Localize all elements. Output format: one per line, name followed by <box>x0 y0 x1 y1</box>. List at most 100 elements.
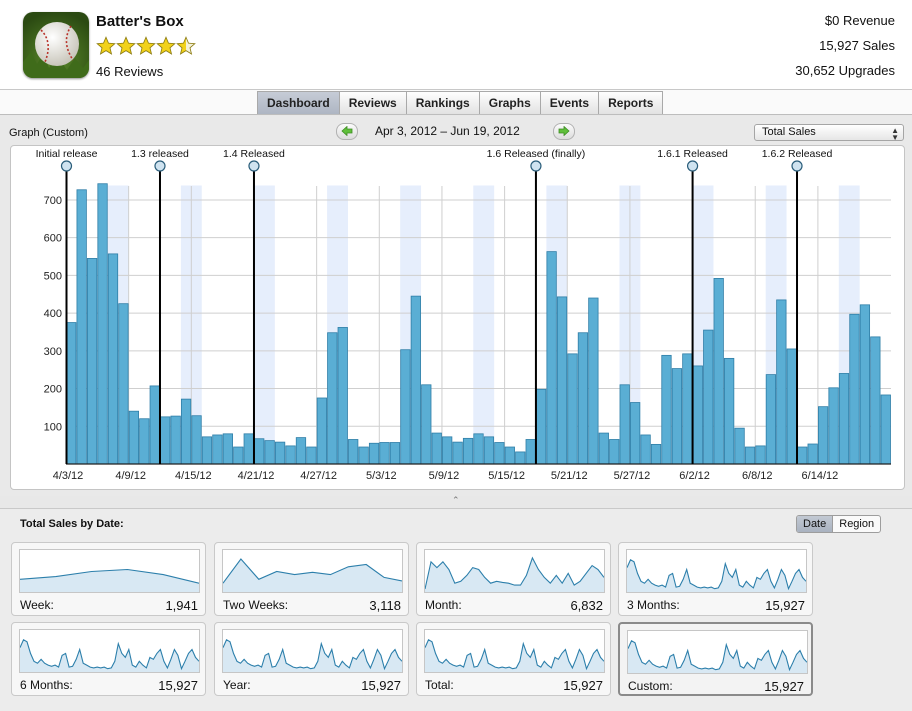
chart-bar <box>66 322 77 465</box>
chart-bar <box>327 332 338 465</box>
summary-card-month[interactable]: Month: 6,832 <box>416 542 611 616</box>
y-tick-label: 500 <box>44 270 62 282</box>
chart-bar <box>567 353 578 465</box>
event-label: 1.6.1 Released <box>657 148 728 160</box>
chart-bar <box>724 357 735 465</box>
y-tick-label: 100 <box>44 421 62 433</box>
tab-rankings[interactable]: Rankings <box>407 92 480 114</box>
event-marker <box>791 160 803 172</box>
sales-chart-svg: 100 200 300 400 500 600 700 4/3/12 4/9/12 4/15/12… <box>36 148 891 482</box>
chart-bar <box>483 436 495 465</box>
summary-card-week[interactable]: Week: 1,941 <box>11 542 206 616</box>
x-tick-label: 4/15/12 <box>175 470 212 482</box>
chart-bar <box>212 434 223 465</box>
chart-bar <box>442 436 453 465</box>
chart-bar <box>400 349 411 465</box>
tab-reports[interactable]: Reports <box>599 92 662 114</box>
summary-card-two-weeks[interactable]: Two Weeks: 3,118 <box>214 542 409 616</box>
metric-select-value: Total Sales <box>762 126 816 138</box>
chart-bar <box>703 329 714 465</box>
review-count: 46 Reviews <box>96 64 164 79</box>
event-label: 1.4 Released <box>223 148 285 160</box>
next-period-button[interactable] <box>553 123 575 140</box>
y-tick-label: 600 <box>44 233 62 245</box>
chart-bar <box>421 384 432 465</box>
x-tick-label: 4/27/12 <box>300 470 337 482</box>
chart-bar <box>149 385 160 465</box>
card-value: 3,118 <box>369 598 401 613</box>
sparkline <box>424 549 605 593</box>
sparkline <box>19 549 200 593</box>
chart-bar <box>797 446 808 465</box>
chart-bar <box>86 258 98 465</box>
card-label: Two Weeks: <box>223 598 289 612</box>
star-icon <box>176 36 196 59</box>
chart-bar <box>744 446 756 465</box>
star-rating <box>96 36 196 59</box>
x-tick-label: 6/14/12 <box>802 470 839 482</box>
x-tick-label: 4/9/12 <box>115 470 146 482</box>
summary-card-3-months[interactable]: 3 Months: 15,927 <box>618 542 813 616</box>
tab-group: Dashboard Reviews Rankings Graphs Events… <box>257 91 664 114</box>
summary-card-custom[interactable]: Custom: 15,927 <box>618 622 813 696</box>
card-value: 15,927 <box>764 679 804 694</box>
card-label: Year: <box>223 678 251 692</box>
summary-card-total[interactable]: Total: 15,927 <box>416 622 611 696</box>
chart-bar <box>170 415 181 465</box>
group-by-control: Date Region <box>796 515 882 533</box>
card-value: 15,927 <box>361 678 401 693</box>
x-tick-label: 4/3/12 <box>53 470 84 482</box>
graph-label: Graph (Custom) <box>9 127 88 139</box>
summary-card-6-months[interactable]: 6 Months: 15,927 <box>11 622 206 696</box>
chart-bar <box>619 384 630 465</box>
summary-title: Total Sales by Date: <box>20 518 124 530</box>
splitter-grip-icon[interactable]: ⌃ <box>452 495 460 506</box>
card-label: Custom: <box>628 679 673 693</box>
tab-reviews[interactable]: Reviews <box>340 92 407 114</box>
sparkline <box>222 549 403 593</box>
chart-bar <box>431 432 442 465</box>
event-label: 1.3 released <box>131 148 189 160</box>
sparkline <box>19 629 200 673</box>
group-by-region-button[interactable]: Region <box>833 516 880 532</box>
chart-bar <box>838 373 850 465</box>
chart-bar <box>348 439 359 465</box>
sparkline-area <box>20 569 199 592</box>
metric-select[interactable]: Total Sales ▲ ▼ <box>754 124 904 142</box>
chart-bar <box>139 418 150 465</box>
card-label: Week: <box>20 598 54 612</box>
chart-bar <box>337 327 348 465</box>
chart-bar <box>233 446 244 465</box>
x-tick-label: 5/27/12 <box>614 470 651 482</box>
group-by-date-button[interactable]: Date <box>797 516 834 532</box>
chart-bar <box>577 332 589 465</box>
chart-bar <box>306 446 317 465</box>
card-value: 1,941 <box>165 598 198 613</box>
sparkline-area <box>223 559 402 592</box>
chart-bar <box>671 368 683 465</box>
x-tick-label: 6/8/12 <box>742 470 773 482</box>
x-tick-label: 6/2/12 <box>679 470 710 482</box>
chart-bar <box>462 437 474 465</box>
tab-events[interactable]: Events <box>541 92 600 114</box>
sparkline <box>222 629 403 673</box>
sparkline <box>626 549 807 593</box>
tab-dashboard[interactable]: Dashboard <box>258 92 340 114</box>
chart-bar <box>682 353 693 465</box>
card-label: 3 Months: <box>627 598 680 612</box>
chart-bar <box>473 433 484 465</box>
previous-period-button[interactable] <box>336 123 358 140</box>
chart-bar <box>755 445 766 465</box>
chart-bar <box>609 439 620 465</box>
x-tick-label: 5/9/12 <box>429 470 460 482</box>
right-arrow-icon <box>558 125 570 139</box>
chart-bar <box>734 427 745 465</box>
tab-graphs[interactable]: Graphs <box>480 92 541 114</box>
summary-card-year[interactable]: Year: 15,927 <box>214 622 409 696</box>
chart-bar <box>692 365 703 465</box>
chart-bar <box>765 374 777 465</box>
tab-bar: Dashboard Reviews Rankings Graphs Events… <box>0 90 912 115</box>
event-label: 1.6 Released (finally) <box>487 148 586 160</box>
chart-bar <box>128 410 140 465</box>
chart-bar <box>525 439 536 465</box>
